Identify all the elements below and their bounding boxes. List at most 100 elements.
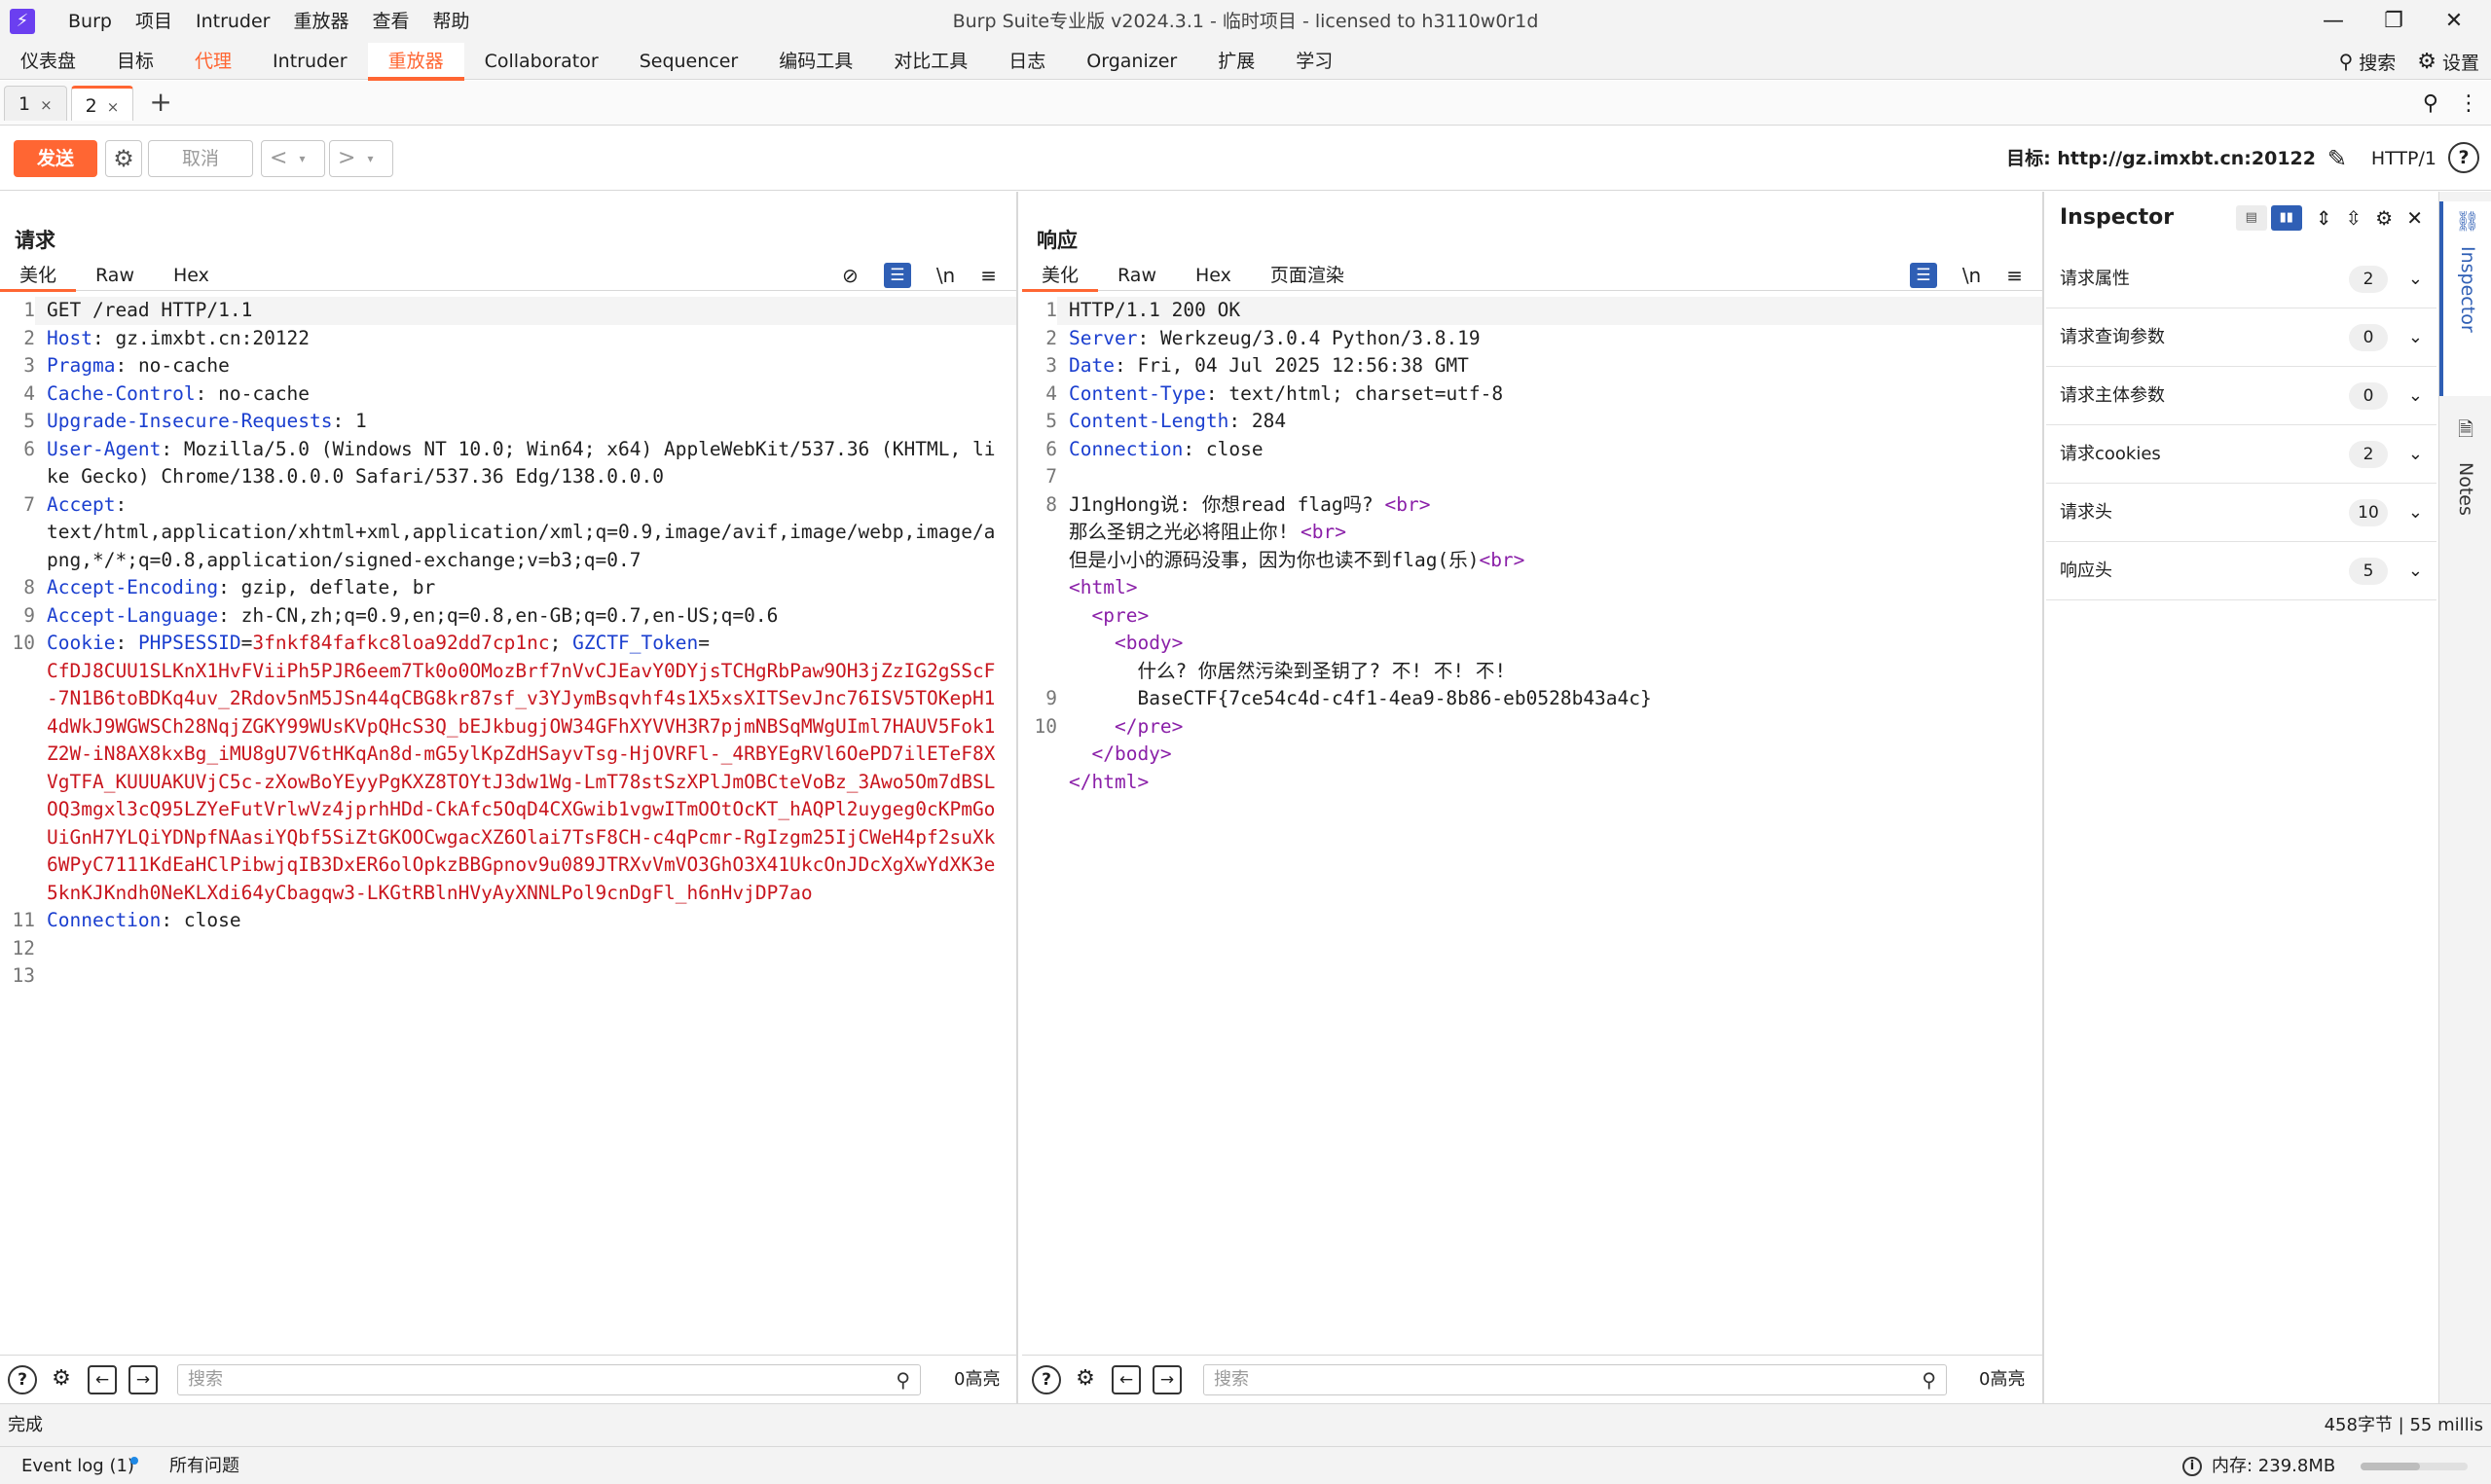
tab-comparer[interactable]: 对比工具 xyxy=(873,43,988,80)
menu-repeater[interactable]: 重放器 xyxy=(281,0,360,43)
header-value: zh-CN,zh;q=0.9,en;q=0.8,en-GB;q=0.7,en-U… xyxy=(229,603,779,627)
rail-tab-inspector[interactable]: ⛓ Inspector xyxy=(2439,201,2491,396)
help-icon[interactable]: ? xyxy=(2448,142,2479,173)
tab-raw[interactable]: Raw xyxy=(76,260,154,291)
menu-view[interactable]: 查看 xyxy=(361,0,421,43)
cookie-name: GZCTF_Token xyxy=(572,632,699,654)
response-search-input[interactable]: 搜索 ⚲ xyxy=(1203,1364,1947,1395)
help-icon[interactable]: ? xyxy=(8,1365,37,1394)
code-line: <body> xyxy=(1022,630,2042,658)
rail-tab-notes[interactable]: 🗎 Notes xyxy=(2439,408,2491,602)
cancel-button[interactable]: 取消 xyxy=(148,140,253,177)
gear-icon[interactable]: ⚙ xyxy=(1071,1365,1100,1394)
arrow-left-icon[interactable]: ← xyxy=(1112,1365,1141,1394)
tab-collaborator[interactable]: Collaborator xyxy=(464,43,619,80)
inspector-row-cookies[interactable]: 请求cookies 2 ⌄ xyxy=(2046,425,2436,484)
inspector-row-request-headers[interactable]: 请求头 10 ⌄ xyxy=(2046,484,2436,542)
line-text: Accept-Encoding: gzip, deflate, br xyxy=(47,576,436,598)
pretty-print-icon[interactable]: ☰ xyxy=(1909,263,1937,288)
add-tab-button[interactable]: + xyxy=(149,81,171,124)
tab-render[interactable]: 页面渲染 xyxy=(1251,260,1364,291)
send-settings-gear-icon[interactable]: ⚙ xyxy=(105,140,142,177)
arrow-right-icon[interactable]: → xyxy=(1153,1365,1182,1394)
chevron-down-icon[interactable]: ⌄ xyxy=(2408,250,2423,308)
inspector-row-body-params[interactable]: 请求主体参数 0 ⌄ xyxy=(2046,367,2436,425)
tab-hex[interactable]: Hex xyxy=(1176,260,1251,291)
maximize-button[interactable]: ❐ xyxy=(2365,0,2422,43)
collapse-all-icon[interactable]: ⇳ xyxy=(2346,206,2363,230)
help-icon[interactable]: ? xyxy=(1032,1365,1061,1394)
inspector-layout-toggle: ▤ ▮▮ xyxy=(2235,205,2302,231)
menu-icon[interactable]: ≡ xyxy=(2006,264,2023,287)
arrow-right-icon[interactable]: → xyxy=(128,1365,158,1394)
inspector-layout-grid-icon[interactable]: ▮▮ xyxy=(2270,205,2302,231)
chevron-left-icon: < xyxy=(270,146,288,170)
request-editor[interactable]: 1 GET /read HTTP/1.1 2 Host: gz.imxbt.cn:20… xyxy=(0,297,1016,991)
tab-learn[interactable]: 学习 xyxy=(1275,43,1353,80)
menu-help[interactable]: 帮助 xyxy=(421,0,482,43)
menu-icon[interactable]: ≡ xyxy=(980,264,997,287)
tab-proxy[interactable]: 代理 xyxy=(174,43,252,80)
close-window-button[interactable]: ✕ xyxy=(2426,0,2482,43)
search-icon: ⚲ xyxy=(896,1368,910,1392)
tab-repeater[interactable]: 重放器 xyxy=(367,42,464,81)
tab-organizer[interactable]: Organizer xyxy=(1066,43,1197,80)
menu-intruder[interactable]: Intruder xyxy=(184,0,282,43)
forward-button[interactable]: > ▾ xyxy=(329,140,393,177)
chevron-down-icon[interactable]: ⌄ xyxy=(2408,484,2423,542)
close-tab-icon[interactable]: × xyxy=(107,98,120,116)
inspector-layout-list-icon[interactable]: ▤ xyxy=(2235,205,2267,231)
http-version-toggle[interactable]: HTTP/1 xyxy=(2371,127,2436,191)
gear-icon[interactable]: ⚙ xyxy=(2375,206,2393,230)
tab-extensions[interactable]: 扩展 xyxy=(1197,43,1275,80)
inspector-row-query-params[interactable]: 请求查询参数 0 ⌄ xyxy=(2046,308,2436,367)
arrow-left-icon[interactable]: ← xyxy=(88,1365,117,1394)
edit-target-pencil-icon[interactable]: ✎ xyxy=(2327,127,2347,191)
hide-nonprintable-eye-icon[interactable]: ⊘ xyxy=(842,264,859,287)
newline-toggle-icon[interactable]: \n xyxy=(1962,264,1981,287)
tab-intruder[interactable]: Intruder xyxy=(252,43,368,80)
global-search-button[interactable]: ⚲ 搜索 xyxy=(2339,49,2397,75)
chevron-down-icon[interactable]: ⌄ xyxy=(2408,367,2423,425)
menu-project[interactable]: 项目 xyxy=(124,0,184,43)
pretty-print-icon[interactable]: ☰ xyxy=(883,263,911,288)
tab-hex[interactable]: Hex xyxy=(154,260,229,291)
chevron-down-icon[interactable]: ⌄ xyxy=(2408,425,2423,484)
minimize-button[interactable]: — xyxy=(2305,0,2362,43)
chevron-down-icon[interactable]: ⌄ xyxy=(2408,308,2423,367)
request-search-input[interactable]: 搜索 ⚲ xyxy=(177,1364,921,1395)
tab-raw[interactable]: Raw xyxy=(1098,260,1176,291)
close-tab-icon[interactable]: × xyxy=(40,96,53,114)
event-log-button[interactable]: Event log (1) xyxy=(21,1447,134,1484)
line-text: Connection: close xyxy=(1069,437,1264,460)
request-editor-tools: ⊘ ☰ \n ≡ xyxy=(842,260,997,291)
tab-sequencer[interactable]: Sequencer xyxy=(619,43,759,80)
expand-all-icon[interactable]: ⇕ xyxy=(2316,206,2332,230)
tab-dashboard[interactable]: 仪表盘 xyxy=(0,43,96,80)
close-icon[interactable]: ✕ xyxy=(2406,206,2423,230)
settings-button[interactable]: ⚙ 设置 xyxy=(2417,49,2479,75)
more-options-icon[interactable]: ⋮ xyxy=(2458,91,2479,116)
response-editor[interactable]: 1 HTTP/1.1 200 OK 2 Server: Werkzeug/3.0.4 … xyxy=(1022,297,2042,796)
newline-toggle-icon[interactable]: \n xyxy=(936,264,955,287)
chevron-down-icon[interactable]: ▾ xyxy=(367,152,373,165)
tab-target[interactable]: 目标 xyxy=(96,43,174,80)
tab-pretty[interactable]: 美化 xyxy=(1022,260,1099,292)
line-number xyxy=(1022,741,1057,769)
back-button[interactable]: < ▾ xyxy=(261,140,325,177)
tab-decoder[interactable]: 编码工具 xyxy=(758,43,873,80)
repeater-tab-2[interactable]: 2 × xyxy=(70,86,134,121)
chevron-down-icon[interactable]: ▾ xyxy=(299,152,305,165)
all-issues-button[interactable]: 所有问题 xyxy=(169,1447,239,1484)
send-button[interactable]: 发送 xyxy=(14,140,97,177)
inspector-row-response-headers[interactable]: 响应头 5 ⌄ xyxy=(2046,542,2436,600)
search-tabs-icon[interactable]: ⚲ xyxy=(2423,91,2438,116)
tab-pretty[interactable]: 美化 xyxy=(0,260,77,292)
repeater-tab-1[interactable]: 1 × xyxy=(4,86,67,121)
chevron-down-icon[interactable]: ⌄ xyxy=(2408,542,2423,600)
tab-logger[interactable]: 日志 xyxy=(988,43,1066,80)
line-text xyxy=(35,962,1016,991)
menu-burp[interactable]: Burp xyxy=(56,0,124,43)
inspector-row-request-attributes[interactable]: 请求属性 2 ⌄ xyxy=(2046,250,2436,308)
gear-icon[interactable]: ⚙ xyxy=(47,1365,76,1394)
